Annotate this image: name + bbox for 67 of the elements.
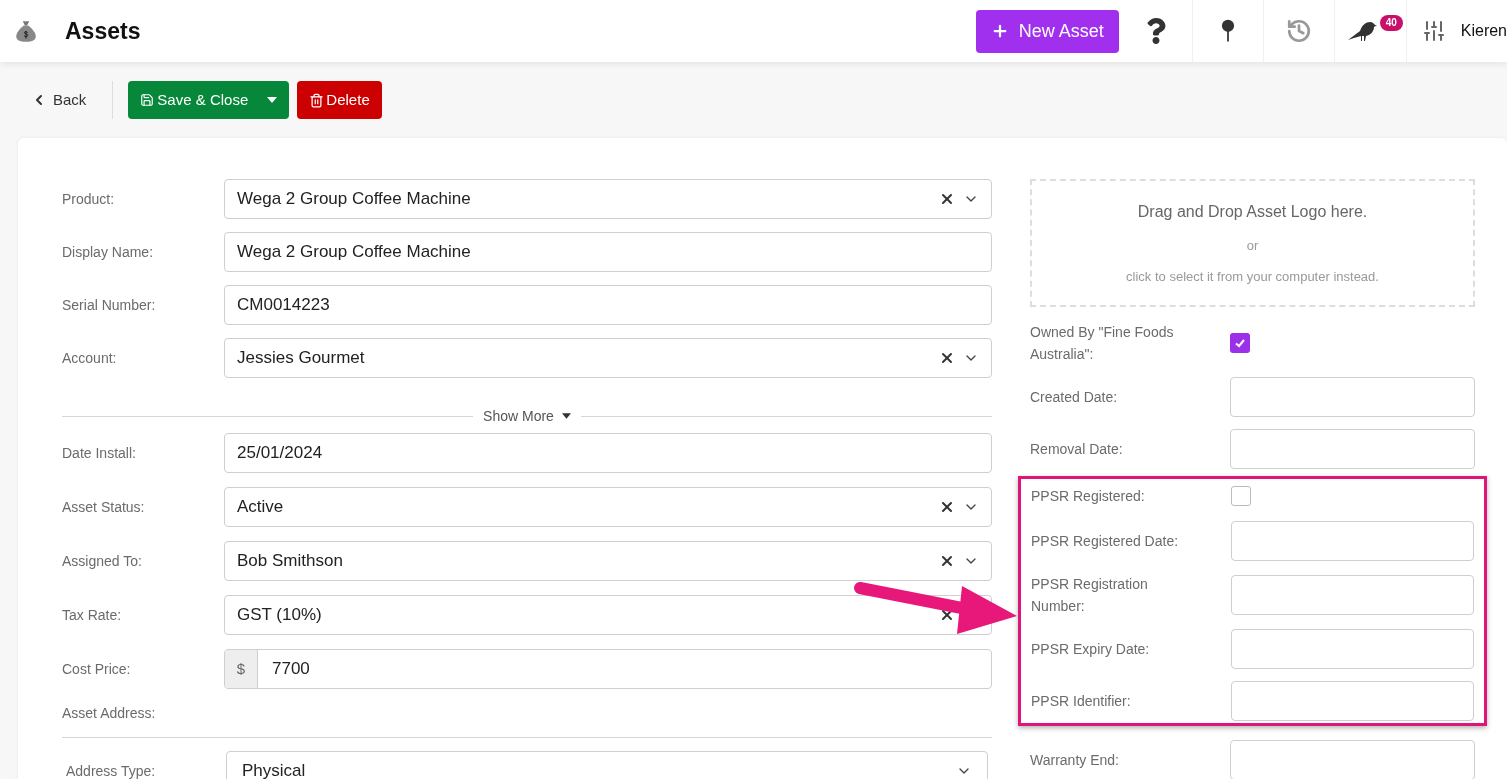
history-icon[interactable] <box>1285 18 1312 44</box>
field-label: Asset Status: <box>62 497 146 517</box>
select-field[interactable]: Physical <box>226 751 988 779</box>
field-label: Account: <box>62 348 118 368</box>
clear-icon[interactable] <box>939 191 955 207</box>
clear-icon[interactable] <box>939 499 955 515</box>
caret-icon <box>267 97 278 103</box>
field-label: PPSR Identifier: <box>1031 692 1132 711</box>
field-label: Serial Number: <box>62 295 157 315</box>
select-field[interactable]: Wega 2 Group Coffee Machine <box>224 179 992 219</box>
field-label: Tax Rate: <box>62 605 123 625</box>
input-field[interactable]: CM0014223 <box>224 285 992 325</box>
field-label: Date Install: <box>62 443 137 463</box>
dropzone-title: Drag and Drop Asset Logo here. <box>1137 201 1368 222</box>
logo-dropzone[interactable]: Drag and Drop Asset Logo here. or click to select it from your computer instead. <box>1030 179 1475 307</box>
field-label: Removal Date: <box>1030 440 1124 459</box>
field-label: Created Date: <box>1030 388 1119 407</box>
back-button[interactable]: Back <box>31 88 87 112</box>
clear-icon[interactable] <box>939 553 955 569</box>
field-label: Display Name: <box>62 242 155 262</box>
checkbox[interactable] <box>1230 333 1250 353</box>
select-field[interactable]: Active <box>224 487 992 527</box>
notification-badge: 40 <box>1379 15 1403 31</box>
field-label: Owned By "Fine Foods Australia": <box>1030 323 1175 364</box>
checkbox[interactable] <box>1231 486 1251 506</box>
field-label: Product: <box>62 189 116 209</box>
clear-icon[interactable] <box>939 607 955 623</box>
pin-icon[interactable] <box>1220 18 1235 44</box>
field-label: PPSR Registration Number: <box>1031 575 1149 616</box>
help-icon[interactable] <box>1146 18 1167 44</box>
clear-icon[interactable] <box>939 350 955 366</box>
input-field[interactable] <box>1231 629 1474 669</box>
field-label: Cost Price: <box>62 659 132 679</box>
save-close-button[interactable]: Save & Close <box>128 81 290 119</box>
check-icon <box>1234 337 1246 349</box>
select-field[interactable]: Jessies Gourmet <box>224 338 992 378</box>
input-field[interactable] <box>1231 681 1474 721</box>
input-field[interactable] <box>1231 575 1474 615</box>
user-name[interactable]: Kieren <box>1460 19 1507 43</box>
select-field[interactable]: GST (10%) <box>224 595 992 635</box>
page-title: Assets <box>65 16 141 46</box>
input-field[interactable] <box>1231 521 1474 561</box>
trash-icon <box>309 92 325 108</box>
field-label: PPSR Expiry Date: <box>1031 640 1151 659</box>
field-label: PPSR Registered Date: <box>1031 532 1180 551</box>
caret-icon <box>561 413 571 419</box>
select-field[interactable]: Bob Smithson <box>224 541 992 581</box>
money-bag-icon <box>13 18 39 44</box>
dropzone-hint: click to select it from your computer instead. <box>1126 268 1379 286</box>
input-field[interactable] <box>1230 429 1475 469</box>
input-field[interactable]: 25/01/2024 <box>224 433 992 473</box>
price-field[interactable]: $ 7700 <box>224 649 992 689</box>
input-field[interactable]: Wega 2 Group Coffee Machine <box>224 232 992 272</box>
settings-sliders-icon[interactable] <box>1421 19 1446 43</box>
field-label: Warranty End: <box>1030 751 1120 770</box>
input-field[interactable] <box>1230 377 1475 417</box>
dropzone-or: or <box>1246 236 1259 255</box>
field-label: Assigned To: <box>62 551 143 571</box>
input-field[interactable] <box>1230 740 1475 779</box>
delete-button[interactable]: Delete <box>297 81 382 119</box>
show-more-toggle[interactable]: Show More <box>473 405 581 427</box>
new-asset-button[interactable]: New Asset <box>975 9 1119 53</box>
floppy-icon <box>140 93 155 107</box>
section-label: Asset Address: <box>62 704 157 723</box>
field-label: Address Type: <box>65 761 157 779</box>
bird-icon[interactable] <box>1346 19 1379 43</box>
field-label: PPSR Registered: <box>1031 487 1146 506</box>
